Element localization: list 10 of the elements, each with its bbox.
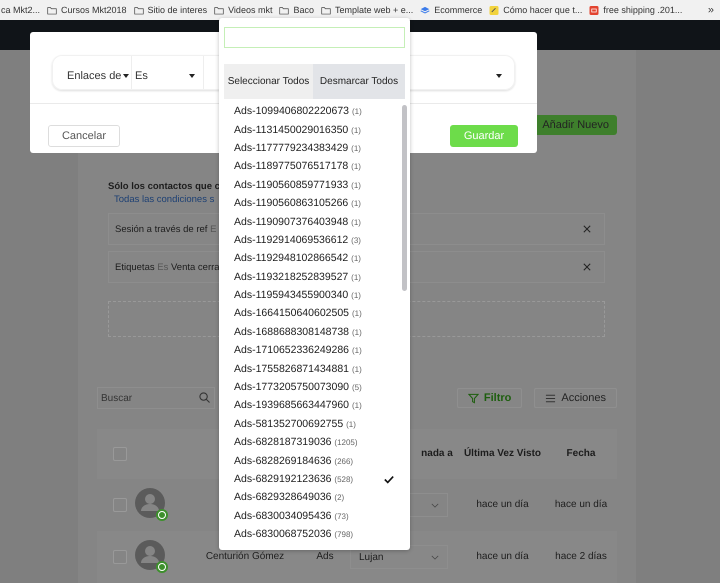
table-cell-text: hace 2 días: [554, 550, 608, 564]
column-header: Fecha: [566, 447, 596, 461]
rules-title: Sólo los contactos que c: [108, 181, 220, 192]
table-cell-text: hace un día: [475, 498, 530, 512]
contact-name: Centurión Gómez: [204, 550, 286, 564]
column-header: Última Vez Visto: [462, 446, 542, 461]
column-header: nada a: [420, 447, 454, 461]
table-cell-text: hace un día: [475, 550, 530, 564]
table-cell-text: hace un día: [554, 498, 608, 512]
source-cell-text: Ads: [315, 550, 335, 564]
